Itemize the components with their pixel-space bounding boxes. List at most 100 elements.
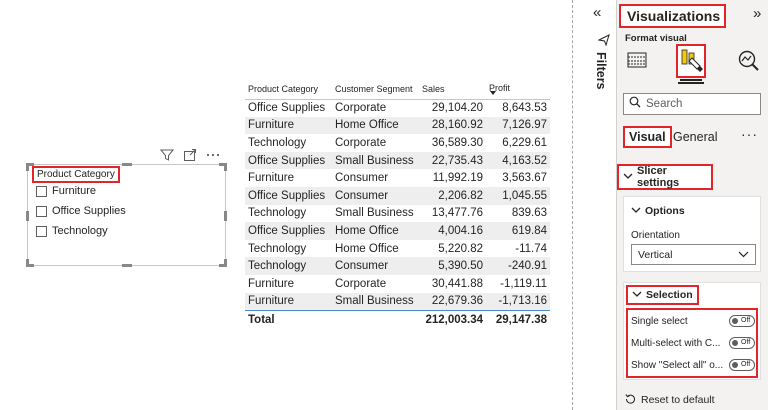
- search-icon: [629, 95, 641, 113]
- table-row: Furniture Corporate 30,441.88 -1,119.11: [245, 275, 550, 293]
- selection-options: Single select Off Multi-select with C...…: [626, 308, 758, 378]
- search-field[interactable]: [623, 93, 761, 115]
- cell-profit: 839.63: [511, 207, 547, 220]
- table-row: Office Supplies Small Business 22,735.43 4,…: [245, 151, 550, 170]
- selection-section-header[interactable]: Selection: [626, 285, 699, 305]
- selection-label: Selection: [646, 289, 693, 301]
- multi-select-row: Multi-select with C... Off: [631, 337, 755, 349]
- show-select-all-row: Show "Select all" o... Off: [631, 359, 755, 371]
- reset-to-default-button[interactable]: Reset to default: [625, 393, 715, 407]
- orientation-dropdown[interactable]: Vertical: [631, 244, 756, 265]
- show-select-all-toggle[interactable]: Off: [729, 359, 755, 371]
- table-row: Office Supplies Corporate 29,104.20 8,643.5…: [245, 99, 550, 117]
- checkbox[interactable]: [36, 205, 47, 217]
- toggle-state: Off: [741, 317, 751, 324]
- cell-category: Furniture: [248, 172, 295, 185]
- multi-select-toggle[interactable]: Off: [729, 337, 755, 349]
- slicer-header-icons: [159, 148, 226, 162]
- table-row: Office Supplies Home Office 4,004.16 619.84: [245, 222, 550, 240]
- slicer-item-office-supplies[interactable]: Office Supplies: [36, 205, 126, 217]
- cell-category: Furniture: [248, 277, 295, 290]
- cell-category: Technology: [248, 207, 307, 220]
- column-header-customer-segment[interactable]: Customer Segment: [332, 80, 419, 100]
- checkbox[interactable]: [36, 225, 47, 237]
- visualizations-pane: Visualizations » Format visual V: [617, 0, 768, 410]
- cell-sales: 22,735.43: [419, 151, 486, 170]
- table-row: Furniture Consumer 11,992.19 3,563.67: [245, 169, 550, 187]
- slicer-item-label: Technology: [52, 225, 108, 237]
- column-header-product-category[interactable]: Product Category: [245, 80, 332, 100]
- cell-profit: 619.84: [486, 222, 550, 240]
- resize-handle[interactable]: [122, 163, 132, 166]
- build-visual-icon[interactable]: [627, 50, 647, 70]
- column-header-sales[interactable]: Sales: [419, 80, 486, 100]
- toggle-state: Off: [741, 361, 751, 368]
- cell-category: Furniture: [245, 116, 332, 135]
- cell-segment: Corporate: [335, 277, 387, 290]
- table-row: Technology Home Office 5,220.82 -11.74: [245, 240, 550, 258]
- toggle-knob: [732, 340, 738, 346]
- orientation-label: Orientation: [631, 230, 680, 241]
- cell-segment: Small Business: [335, 207, 414, 220]
- multi-select-label: Multi-select with C...: [631, 337, 721, 349]
- slicer-item-technology[interactable]: Technology: [36, 225, 108, 237]
- resize-handle[interactable]: [26, 163, 29, 171]
- tab-general[interactable]: General: [673, 130, 717, 144]
- slicer-item-furniture[interactable]: Furniture: [36, 185, 96, 197]
- table-visual[interactable]: Product Category Customer Segment Sales …: [245, 80, 550, 331]
- filters-pane[interactable]: « Filters: [591, 0, 616, 410]
- search-input[interactable]: [646, 98, 756, 110]
- cell-profit: -240.91: [486, 257, 550, 275]
- total-profit: 29,147.38: [486, 309, 550, 331]
- more-options-button[interactable]: ···: [741, 126, 758, 142]
- column-header-profit[interactable]: Profit: [486, 80, 550, 100]
- cell-profit: -11.74: [515, 242, 547, 255]
- format-visual-icon[interactable]: [676, 44, 706, 81]
- filters-label[interactable]: Filters: [594, 52, 608, 90]
- reset-label: Reset to default: [641, 394, 715, 406]
- resize-handle[interactable]: [224, 163, 227, 171]
- cell-segment: Consumer: [332, 257, 419, 275]
- orientation-value: Vertical: [638, 248, 673, 261]
- cell-profit: 3,563.67: [502, 172, 547, 185]
- resize-handle[interactable]: [224, 259, 227, 267]
- cell-profit: 8,643.53: [502, 102, 547, 115]
- chevron-down-icon: [623, 171, 633, 183]
- slicer-visual[interactable]: Product Category Furniture Office Suppli…: [26, 163, 227, 267]
- cell-profit: 4,163.52: [486, 151, 550, 170]
- checkbox[interactable]: [36, 185, 47, 197]
- table-row: Office Supplies Consumer 2,206.82 1,045.55: [245, 186, 550, 205]
- filter-icon[interactable]: [159, 148, 175, 162]
- single-select-toggle[interactable]: Off: [729, 315, 755, 327]
- cell-category: Office Supplies: [245, 186, 332, 205]
- single-select-row: Single select Off: [631, 315, 755, 327]
- visualizations-expand-button[interactable]: »: [753, 5, 761, 22]
- resize-handle[interactable]: [224, 211, 227, 221]
- resize-handle[interactable]: [26, 259, 29, 267]
- slicer-settings-section-header[interactable]: Slicer settings: [617, 164, 713, 190]
- visualizations-title: Visualizations: [619, 4, 726, 28]
- cell-category: Furniture: [245, 292, 332, 311]
- cell-segment: Consumer: [335, 172, 389, 185]
- cell-profit: 6,229.61: [502, 136, 547, 149]
- total-segment-empty: [332, 309, 419, 331]
- analytics-icon[interactable]: [737, 50, 759, 72]
- tab-visual[interactable]: Visual: [623, 126, 672, 148]
- resize-handle[interactable]: [26, 211, 29, 221]
- table-body: Office Supplies Corporate 29,104.20 8,643.5…: [245, 99, 550, 331]
- cell-category: Office Supplies: [245, 151, 332, 170]
- toggle-knob: [732, 362, 738, 368]
- options-card: Options Orientation Vertical: [623, 196, 761, 272]
- focus-mode-icon[interactable]: [183, 148, 197, 162]
- resize-handle[interactable]: [122, 264, 132, 267]
- show-select-all-label: Show "Select all" o...: [631, 359, 723, 371]
- more-options-icon[interactable]: [206, 148, 220, 162]
- filters-collapse-button[interactable]: «: [593, 4, 601, 21]
- cell-sales: 22,679.36: [419, 292, 486, 311]
- cell-sales: 36,589.30: [431, 136, 483, 149]
- options-section-header[interactable]: Options: [631, 205, 685, 217]
- cell-segment: Home Office: [335, 242, 399, 255]
- cell-category: Office Supplies: [248, 102, 326, 115]
- filters-pane-icon: [597, 33, 610, 51]
- active-tab-indicator: [678, 82, 704, 84]
